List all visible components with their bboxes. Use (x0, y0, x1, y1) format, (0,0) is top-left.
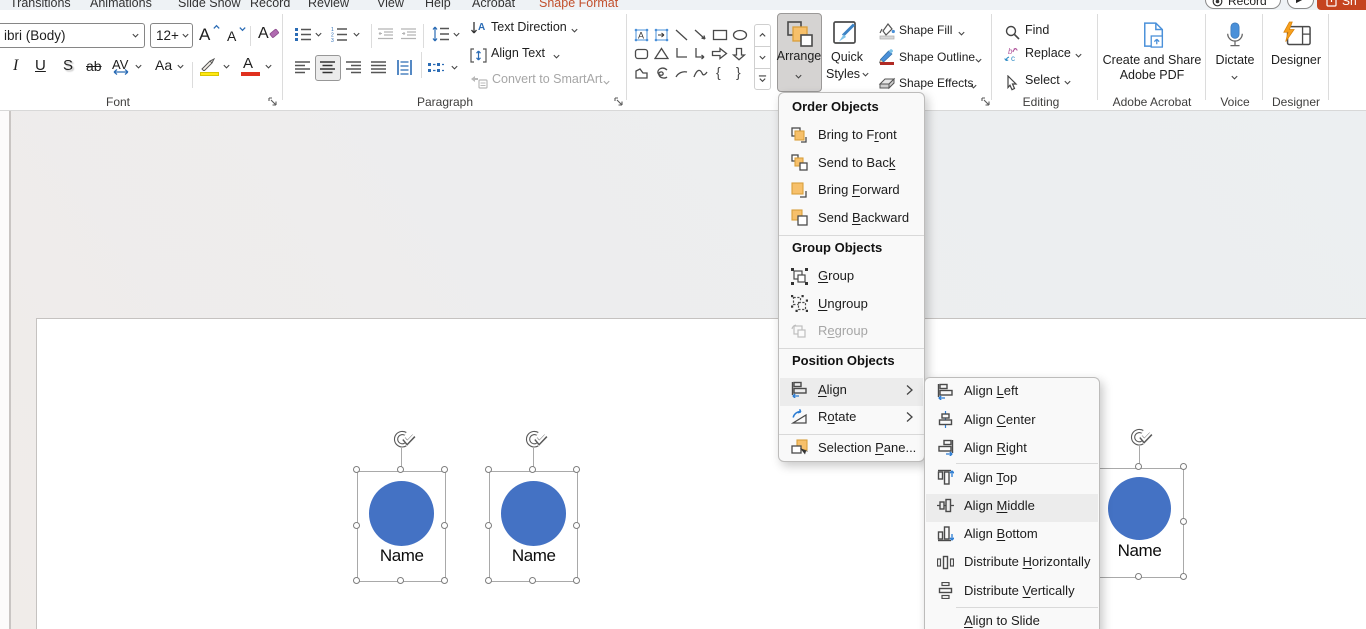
svg-text:A: A (478, 22, 485, 33)
svg-text:3: 3 (331, 38, 334, 42)
svg-text:c: c (1011, 54, 1015, 63)
svg-text:A: A (638, 31, 644, 41)
